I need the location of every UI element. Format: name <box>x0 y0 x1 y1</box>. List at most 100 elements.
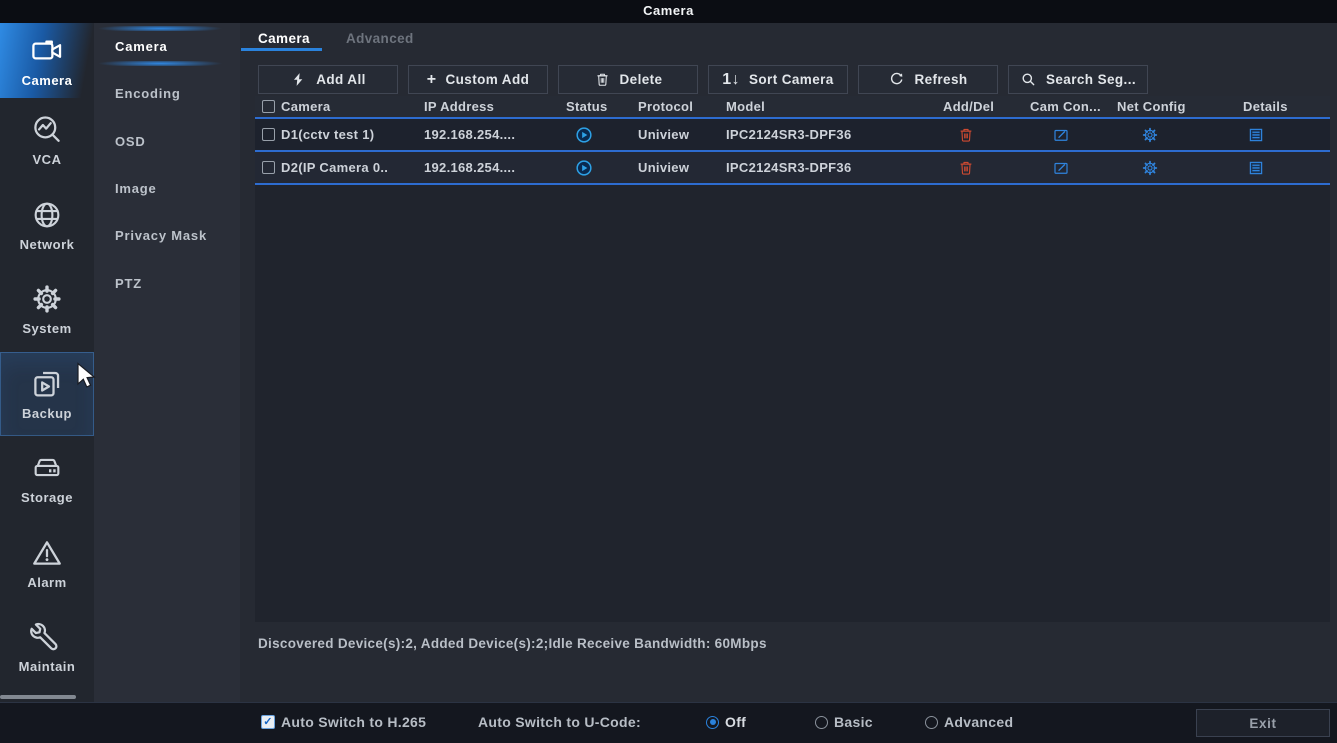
protocol-cell: Uniview <box>638 160 726 175</box>
tab-label: Advanced <box>346 31 414 46</box>
edit-icon[interactable] <box>1052 159 1070 177</box>
backup-icon <box>30 367 64 401</box>
status-cell <box>566 158 638 178</box>
tab-label: Camera <box>258 31 310 46</box>
nvr-camera-screen: Camera Camera VCA Network System Backup … <box>0 0 1337 743</box>
radio-off[interactable] <box>706 716 719 729</box>
edit-icon[interactable] <box>1052 126 1070 144</box>
sidebar-item-label: Storage <box>21 490 73 505</box>
header-camera: Camera <box>255 99 424 114</box>
page-title: Camera <box>643 3 694 18</box>
radio-advanced-option: Advanced <box>925 714 1013 730</box>
add-del-cell <box>943 159 1030 177</box>
sidebar-item-vca[interactable]: VCA <box>0 98 94 183</box>
sort-icon: 1↓ <box>722 72 740 88</box>
net-config-cell <box>1117 126 1243 144</box>
header-status: Status <box>566 99 638 114</box>
play-status-icon[interactable] <box>574 125 594 145</box>
radio-advanced[interactable] <box>925 716 938 729</box>
exit-button[interactable]: Exit <box>1196 709 1330 737</box>
submenu-item-image[interactable]: Image <box>94 165 240 212</box>
gear-icon[interactable] <box>1141 126 1159 144</box>
sidebar-item-storage[interactable]: Storage <box>0 436 94 521</box>
submenu-item-privacy-mask[interactable]: Privacy Mask <box>94 212 240 259</box>
ucode-label: Auto Switch to U-Code: <box>478 714 641 730</box>
button-label: Search Seg... <box>1046 72 1136 87</box>
button-label: Sort Camera <box>749 72 834 87</box>
status-cell <box>566 125 638 145</box>
h265-label: Auto Switch to H.265 <box>281 714 426 730</box>
sidebar-item-maintain[interactable]: Maintain <box>0 605 94 690</box>
radio-basic[interactable] <box>815 716 828 729</box>
search-segment-button[interactable]: Search Seg... <box>1008 65 1148 94</box>
sidebar-scrollbar-thumb[interactable] <box>0 695 76 699</box>
check-icon: ✓ <box>263 717 273 728</box>
submenu-item-camera[interactable]: Camera <box>94 23 240 70</box>
submenu-item-label: OSD <box>115 134 146 149</box>
submenu-item-ptz[interactable]: PTZ <box>94 259 240 306</box>
submenu-item-label: Image <box>115 181 157 196</box>
auto-h265-option: ✓ Auto Switch to H.265 <box>261 714 426 730</box>
sidebar-item-label: Backup <box>22 406 72 421</box>
cam-config-cell <box>1030 126 1117 144</box>
details-icon[interactable] <box>1247 159 1265 177</box>
storage-icon <box>30 451 64 485</box>
cam-config-cell <box>1030 159 1117 177</box>
delete-camera-icon[interactable] <box>957 159 975 177</box>
sidebar-item-label: Network <box>20 237 75 252</box>
submenu-item-encoding[interactable]: Encoding <box>94 70 240 117</box>
trash-icon <box>594 71 611 88</box>
custom-add-button[interactable]: + Custom Add <box>408 65 548 94</box>
plus-icon: + <box>427 72 437 88</box>
tab-camera[interactable]: Camera <box>258 31 310 46</box>
sidebar-item-camera[interactable]: Camera <box>0 23 94 98</box>
radio-off-label: Off <box>725 714 746 730</box>
submenu-item-label: Privacy Mask <box>115 228 207 243</box>
h265-checkbox[interactable]: ✓ <box>261 715 275 729</box>
button-label: Delete <box>620 72 663 87</box>
row-checkbox[interactable] <box>262 161 275 174</box>
discovery-status-text: Discovered Device(s):2, Added Device(s):… <box>258 636 767 651</box>
camera-name-cell: D2(IP Camera 0.. <box>255 160 424 175</box>
play-status-icon[interactable] <box>574 158 594 178</box>
details-icon[interactable] <box>1247 126 1265 144</box>
delete-camera-icon[interactable] <box>957 126 975 144</box>
button-label: Refresh <box>914 72 967 87</box>
sidebar-item-label: Alarm <box>27 575 66 590</box>
select-all-checkbox[interactable] <box>262 100 275 113</box>
search-icon <box>1020 71 1037 88</box>
sidebar-item-label: Camera <box>22 73 73 88</box>
header-model: Model <box>726 99 943 114</box>
table-header-row: Camera IP Address Status Protocol Model … <box>255 96 1330 119</box>
globe-icon <box>30 198 64 232</box>
header-add-del: Add/Del <box>943 99 1030 114</box>
sort-camera-button[interactable]: 1↓ Sort Camera <box>708 65 848 94</box>
radio-basic-option: Basic <box>815 714 873 730</box>
camera-name-cell: D1(cctv test 1) <box>255 127 424 142</box>
tab-advanced[interactable]: Advanced <box>346 31 414 46</box>
submenu-item-osd[interactable]: OSD <box>94 118 240 165</box>
camera-toolbar: Add All + Custom Add Delete 1↓ Sort Came… <box>258 65 1148 94</box>
delete-button[interactable]: Delete <box>558 65 698 94</box>
gear-icon <box>30 282 64 316</box>
sidebar-item-label: VCA <box>33 152 62 167</box>
wrench-icon <box>30 620 64 654</box>
radio-off-option: Off <box>706 714 746 730</box>
warning-triangle-icon <box>30 536 64 570</box>
gear-icon[interactable] <box>1141 159 1159 177</box>
submenu-item-label: Encoding <box>115 86 181 101</box>
footer-bar: ✓ Auto Switch to H.265 Auto Switch to U-… <box>0 702 1337 743</box>
refresh-icon <box>888 71 905 88</box>
sidebar-item-alarm[interactable]: Alarm <box>0 521 94 606</box>
table-row[interactable]: D1(cctv test 1) 192.168.254.... Uniview … <box>255 119 1330 152</box>
radio-basic-label: Basic <box>834 714 873 730</box>
bolt-icon <box>290 71 307 88</box>
add-all-button[interactable]: Add All <box>258 65 398 94</box>
details-cell <box>1243 159 1330 177</box>
row-checkbox[interactable] <box>262 128 275 141</box>
sidebar-item-system[interactable]: System <box>0 267 94 352</box>
radio-advanced-label: Advanced <box>944 714 1013 730</box>
table-row[interactable]: D2(IP Camera 0.. 192.168.254.... Uniview… <box>255 152 1330 185</box>
sidebar-item-network[interactable]: Network <box>0 183 94 268</box>
refresh-button[interactable]: Refresh <box>858 65 998 94</box>
